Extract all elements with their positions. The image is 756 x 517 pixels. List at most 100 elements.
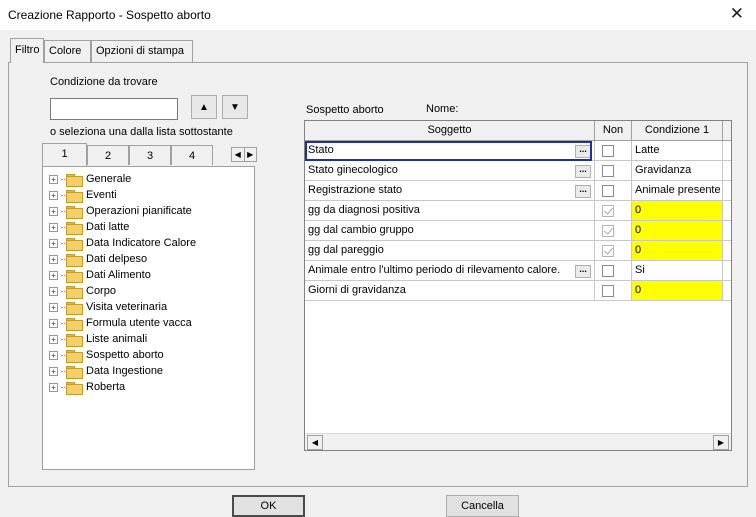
folder-icon xyxy=(66,317,83,331)
condition-cell[interactable]: Si xyxy=(632,261,723,280)
subject-cell[interactable]: Stato xyxy=(305,141,595,160)
subject-cell[interactable]: Stato ginecologico xyxy=(305,161,595,180)
subject-cell[interactable]: gg dal cambio gruppo xyxy=(305,221,595,240)
tree-item[interactable]: + Eventi xyxy=(49,187,196,203)
tab-scroll-right-icon[interactable]: ▶ xyxy=(243,148,257,161)
condition-cell[interactable]: Gravidanza xyxy=(632,161,723,180)
expand-plus-icon[interactable]: + xyxy=(49,334,58,344)
ok-button[interactable]: OK xyxy=(232,495,305,517)
number-tab-4[interactable]: 4 xyxy=(171,145,213,165)
expand-plus-icon[interactable]: + xyxy=(49,206,58,216)
non-checkbox[interactable] xyxy=(602,265,614,277)
folder-icon xyxy=(66,253,83,267)
table-row[interactable]: Giorni di gravidanza 0 xyxy=(305,281,731,301)
condition-cell[interactable]: 0 xyxy=(632,241,723,260)
condition-cell[interactable]: 0 xyxy=(632,281,723,300)
cancel-button[interactable]: Cancella xyxy=(446,495,519,517)
non-checkbox[interactable] xyxy=(602,145,614,157)
subject-cell[interactable]: gg da diagnosi positiva xyxy=(305,201,595,220)
expand-plus-icon[interactable]: + xyxy=(49,318,58,328)
condition-cell[interactable]: 0 xyxy=(632,221,723,240)
expand-plus-icon[interactable]: + xyxy=(49,302,58,312)
non-checkbox[interactable] xyxy=(602,185,614,197)
expand-plus-icon[interactable]: + xyxy=(49,174,58,184)
number-tabs: 1 2 3 4 ◀ ▶ xyxy=(42,143,257,167)
ellipsis-button[interactable]: ... xyxy=(575,145,591,158)
tree-connector xyxy=(61,338,65,340)
column-header-condizione-1[interactable]: Condizione 1 xyxy=(632,121,723,141)
tab-opzioni-di-stampa[interactable]: Opzioni di stampa xyxy=(91,40,193,62)
find-up-button[interactable]: ▲ xyxy=(191,95,217,119)
expand-plus-icon[interactable]: + xyxy=(49,366,58,376)
tree-item[interactable]: + Corpo xyxy=(49,283,196,299)
tree-item[interactable]: + Roberta xyxy=(49,379,196,395)
subject-cell[interactable]: Animale entro l'ultimo periodo di rileva… xyxy=(305,261,595,280)
number-tab-3[interactable]: 3 xyxy=(129,145,171,165)
tree-item[interactable]: + Data Indicatore Calore xyxy=(49,235,196,251)
condition-cell[interactable]: Animale presente xyxy=(632,181,723,200)
ellipsis-button[interactable]: ... xyxy=(575,185,591,198)
folder-icon xyxy=(66,349,83,363)
non-checkbox[interactable] xyxy=(602,285,614,297)
tree-connector xyxy=(61,322,65,324)
expand-plus-icon[interactable]: + xyxy=(49,190,58,200)
non-checkbox[interactable] xyxy=(602,205,614,217)
expand-plus-icon[interactable]: + xyxy=(49,254,58,264)
column-header-soggetto[interactable]: Soggetto xyxy=(305,121,595,141)
number-tab-1[interactable]: 1 xyxy=(42,143,87,166)
expand-plus-icon[interactable]: + xyxy=(49,222,58,232)
tree-item[interactable]: + Sospetto aborto xyxy=(49,347,196,363)
table-row[interactable]: gg dal pareggio 0 xyxy=(305,241,731,261)
table-row[interactable]: Stato... Latte xyxy=(305,141,731,161)
non-checkbox[interactable] xyxy=(602,225,614,237)
expand-plus-icon[interactable]: + xyxy=(49,382,58,392)
folder-icon xyxy=(66,301,83,315)
table-row[interactable]: Animale entro l'ultimo periodo di rileva… xyxy=(305,261,731,281)
non-checkbox[interactable] xyxy=(602,245,614,257)
table-row[interactable]: gg da diagnosi positiva 0 xyxy=(305,201,731,221)
tree-item[interactable]: + Data Ingestione xyxy=(49,363,196,379)
subject-cell[interactable]: gg dal pareggio xyxy=(305,241,595,260)
tree-connector xyxy=(61,258,65,260)
column-header-non[interactable]: Non xyxy=(595,121,632,141)
subject-cell[interactable]: Giorni di gravidanza xyxy=(305,281,595,300)
tree-item-label: Eventi xyxy=(86,189,117,201)
expand-plus-icon[interactable]: + xyxy=(49,286,58,296)
tree-item-label: Data Indicatore Calore xyxy=(86,237,197,249)
condition-cell[interactable]: Latte xyxy=(632,141,723,160)
non-checkbox[interactable] xyxy=(602,165,614,177)
condition-cell[interactable]: 0 xyxy=(632,201,723,220)
table-row[interactable]: gg dal cambio gruppo 0 xyxy=(305,221,731,241)
tree-item[interactable]: + Dati latte xyxy=(49,219,196,235)
tree-item[interactable]: + Dati Alimento xyxy=(49,267,196,283)
scroll-right-icon[interactable]: ▶ xyxy=(713,435,729,450)
ellipsis-button[interactable]: ... xyxy=(575,165,591,178)
folder-icon xyxy=(66,205,83,219)
tree-item-label: Corpo xyxy=(86,285,116,297)
tree-connector xyxy=(61,242,65,244)
tree-item[interactable]: + Dati delpeso xyxy=(49,251,196,267)
expand-plus-icon[interactable]: + xyxy=(49,270,58,280)
find-down-button[interactable]: ▼ xyxy=(222,95,248,119)
expand-plus-icon[interactable]: + xyxy=(49,350,58,360)
table-row[interactable]: Stato ginecologico... Gravidanza xyxy=(305,161,731,181)
subject-cell[interactable]: Registrazione stato xyxy=(305,181,595,200)
folder-icon xyxy=(66,221,83,235)
tree-item[interactable]: + Generale xyxy=(49,171,196,187)
ellipsis-button[interactable]: ... xyxy=(575,265,591,278)
horizontal-scrollbar[interactable]: ◀ ▶ xyxy=(305,433,731,450)
tab-filtro[interactable]: Filtro xyxy=(10,38,44,63)
number-tab-2[interactable]: 2 xyxy=(87,145,129,165)
tree-connector xyxy=(61,226,65,228)
tab-colore[interactable]: Colore xyxy=(44,40,91,62)
expand-plus-icon[interactable]: + xyxy=(49,238,58,248)
tree-item[interactable]: + Formula utente vacca xyxy=(49,315,196,331)
tab-scroll-left-icon[interactable]: ◀ xyxy=(232,148,244,161)
search-input[interactable] xyxy=(50,98,178,120)
close-icon[interactable]: ✕ xyxy=(730,4,744,24)
tree-item[interactable]: + Liste animali xyxy=(49,331,196,347)
scroll-left-icon[interactable]: ◀ xyxy=(307,435,323,450)
tree-item[interactable]: + Operazioni pianificate xyxy=(49,203,196,219)
tree-item[interactable]: + Visita veterinaria xyxy=(49,299,196,315)
table-row[interactable]: Registrazione stato... Animale presente xyxy=(305,181,731,201)
